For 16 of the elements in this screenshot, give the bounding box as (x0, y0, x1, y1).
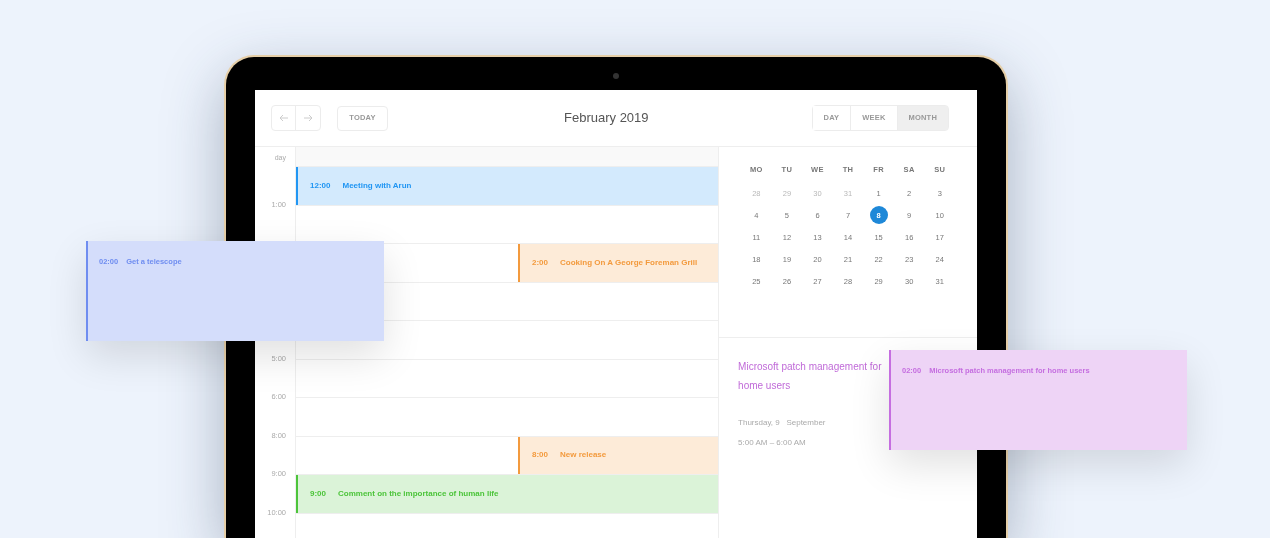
event-title: Cooking On A George Foreman Grill (560, 256, 698, 269)
event-detail-title: Microsoft patch management for home users (738, 360, 883, 393)
event-title: New release (560, 449, 607, 462)
arrow-right-icon (303, 113, 313, 123)
month-title: February 2019 (564, 109, 649, 128)
event-time: 12:00 (310, 179, 331, 192)
camera-icon (613, 73, 619, 79)
event-detail-date: Thursday, 9 September (738, 417, 827, 429)
arrow-left-icon (278, 113, 289, 123)
event-block[interactable]: 12:00 Meeting with Arun (296, 167, 719, 205)
event-time: 9:00 (310, 487, 326, 500)
event-time: 2:00 (532, 256, 548, 269)
event-detail-time: 5:00 AM – 6:00 AM (738, 437, 807, 449)
event-time: 8:00 (532, 449, 548, 462)
event-title: Comment on the importance of human life (338, 487, 499, 500)
event-title: Meeting with Arun (342, 179, 412, 192)
